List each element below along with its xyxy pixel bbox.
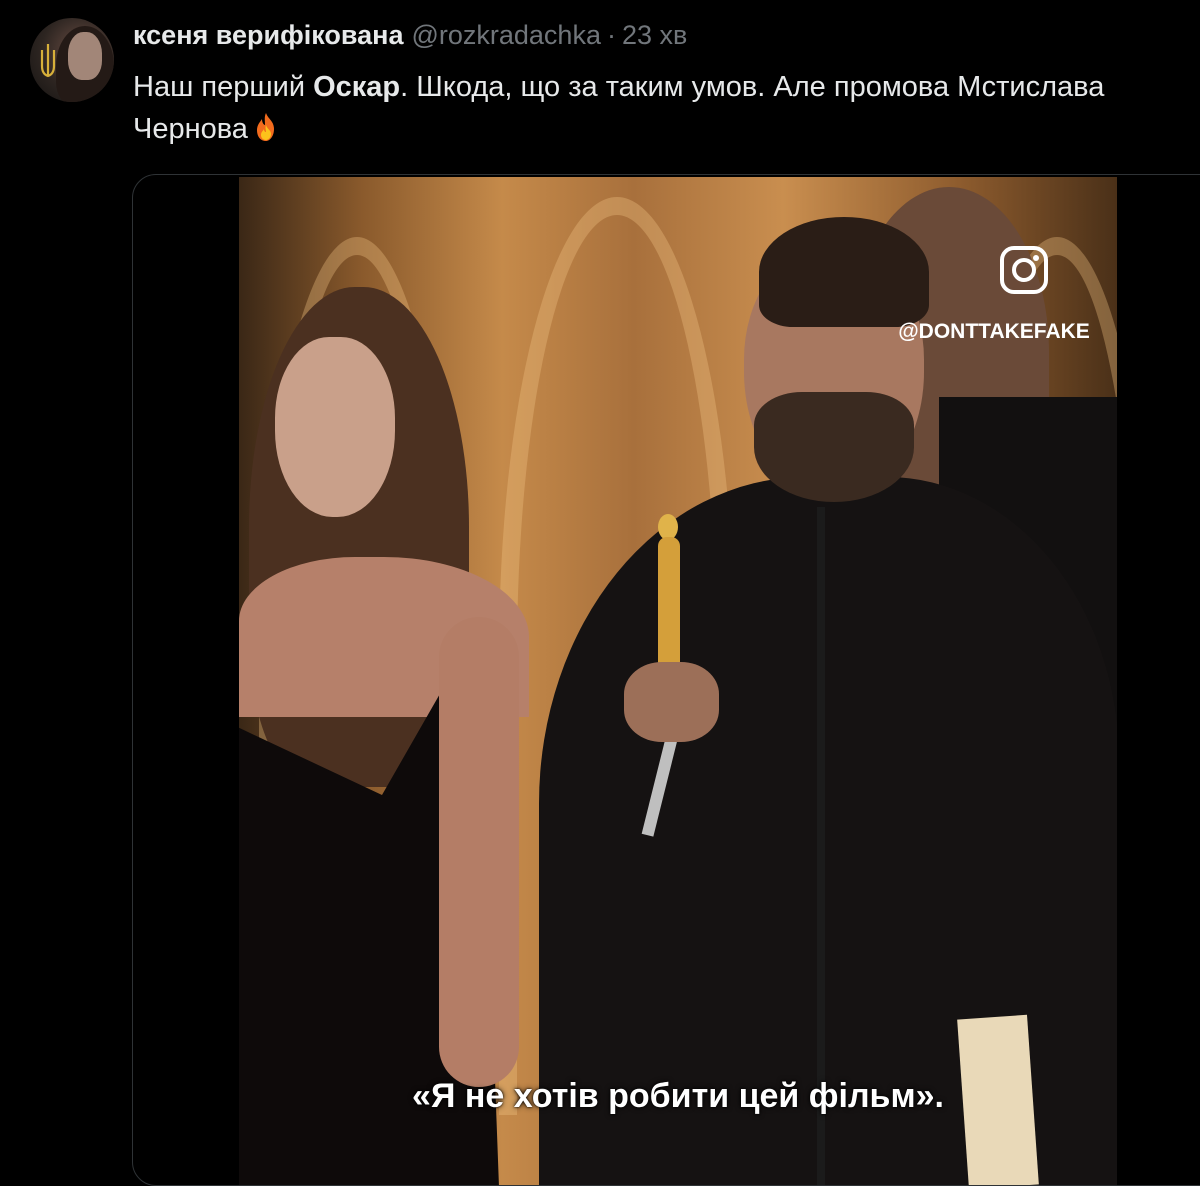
speaker-hand [624,662,719,742]
video-subtitle: «Я не хотів робити цей фільм». [412,1077,944,1115]
tweet-text-bold: Оскар [313,71,401,103]
tweet[interactable]: ксеня верифікована @rozkradachka · 23 хв… [0,0,1200,1186]
avatar[interactable] [30,18,114,102]
instagram-icon [1000,246,1048,294]
speaker-beard [754,392,914,502]
display-name[interactable]: ксеня верифікована [133,20,403,51]
media-video[interactable]: @DONTTAKEFAKE «Я не хотів робити цей філ… [132,174,1200,1186]
speaker-hair [759,217,929,327]
timestamp[interactable]: 23 хв [622,20,687,51]
video-frame[interactable]: @DONTTAKEFAKE «Я не хотів робити цей філ… [239,177,1117,1185]
presenter-face [275,337,395,517]
separator-dot: · [606,20,616,50]
fire-icon [256,113,274,141]
avatar-face [68,32,102,80]
trident-icon [40,44,56,78]
tweet-text: Наш перший Оскар. Шкода, що за таким умо… [133,66,1183,150]
tweet-text-part: Наш перший [133,71,314,103]
tweet-header: ксеня верифікована @rozkradachka · 23 хв [133,20,687,60]
watermark-text: @DONTTAKEFAKE [898,320,1090,343]
presenter-arm [439,617,519,1087]
user-handle[interactable]: @rozkradachka [411,20,601,51]
